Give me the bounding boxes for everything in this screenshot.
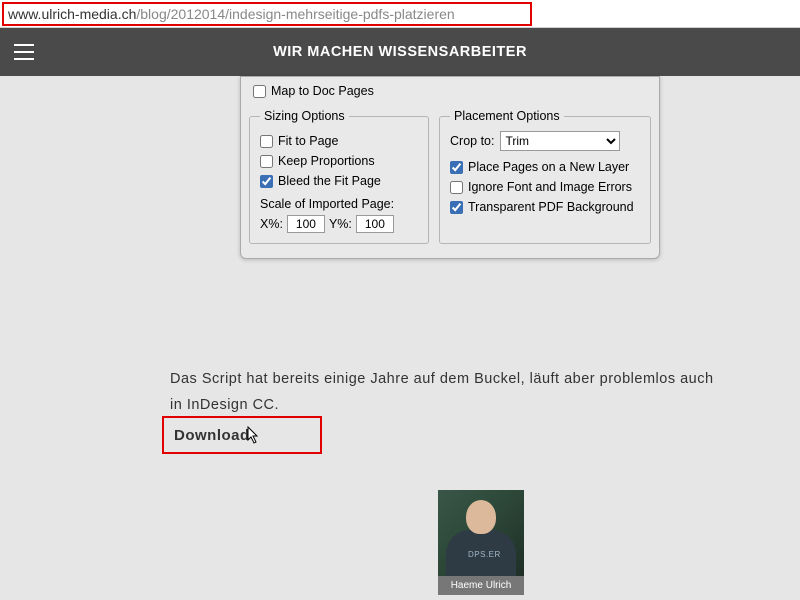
- x-percent-input[interactable]: [287, 215, 325, 233]
- place-pdf-dialog: Map to Doc Pages Sizing Options Fit to P…: [240, 76, 660, 259]
- map-to-doc-input[interactable]: [253, 85, 266, 98]
- fit-to-page-checkbox[interactable]: Fit to Page: [260, 131, 418, 151]
- y-percent-label: Y%:: [329, 217, 352, 231]
- placement-legend: Placement Options: [450, 109, 564, 123]
- download-highlight-box: Download: [162, 416, 322, 454]
- transparent-bg-checkbox[interactable]: Transparent PDF Background: [450, 197, 640, 217]
- x-percent-label: X%:: [260, 217, 283, 231]
- author-name: Haeme Ulrich: [438, 576, 524, 595]
- crop-to-select[interactable]: Trim: [500, 131, 620, 151]
- map-to-doc-checkbox[interactable]: Map to Doc Pages: [253, 81, 374, 101]
- sizing-options-group: Sizing Options Fit to Page Keep Proporti…: [249, 109, 429, 244]
- map-to-doc-label: Map to Doc Pages: [271, 84, 374, 98]
- download-link[interactable]: Download: [174, 427, 250, 444]
- placement-options-group: Placement Options Crop to: Trim Place Pa…: [439, 109, 651, 244]
- site-topbar: WIR MACHEN WISSENSARBEITER: [0, 28, 800, 76]
- site-title: WIR MACHEN WISSENSARBEITER: [0, 44, 800, 60]
- bleed-fit-page-checkbox[interactable]: Bleed the Fit Page: [260, 171, 418, 191]
- sizing-legend: Sizing Options: [260, 109, 349, 123]
- address-bar[interactable]: www.ulrich-media.ch/blog/2012014/indesig…: [0, 0, 800, 28]
- url-path: /blog/2012014/indesign-mehrseitige-pdfs-…: [136, 6, 454, 22]
- article-paragraph: Das Script hat bereits einige Jahre auf …: [170, 366, 730, 418]
- author-shirt-text: DPS.ER: [468, 550, 501, 559]
- scale-label: Scale of Imported Page:: [260, 197, 418, 211]
- author-card[interactable]: DPS.ER Haeme Ulrich: [438, 490, 524, 595]
- y-percent-input[interactable]: [356, 215, 394, 233]
- url-host: www.ulrich-media.ch: [8, 6, 136, 22]
- new-layer-checkbox[interactable]: Place Pages on a New Layer: [450, 157, 640, 177]
- keep-proportions-checkbox[interactable]: Keep Proportions: [260, 151, 418, 171]
- ignore-errors-checkbox[interactable]: Ignore Font and Image Errors: [450, 177, 640, 197]
- crop-to-label: Crop to:: [450, 134, 494, 148]
- page-content: Map to Doc Pages Sizing Options Fit to P…: [0, 76, 800, 600]
- author-photo: DPS.ER: [438, 490, 524, 576]
